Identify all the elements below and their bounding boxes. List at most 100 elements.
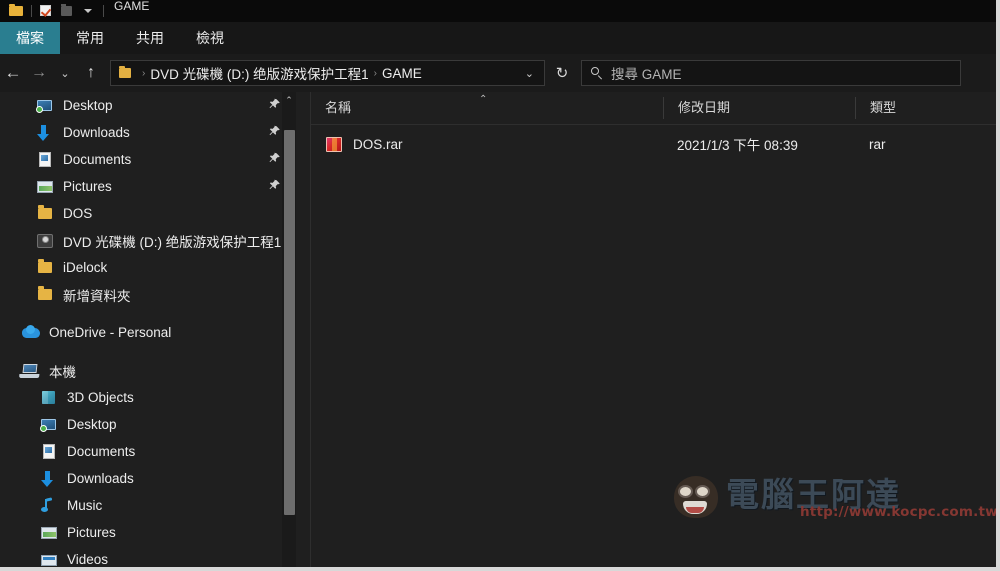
sidebar-item-label: Desktop bbox=[67, 417, 117, 432]
sidebar-item-pictures[interactable]: Pictures bbox=[0, 519, 296, 546]
scroll-up-icon[interactable]: ⌃ bbox=[282, 92, 296, 108]
back-button[interactable]: ← bbox=[0, 58, 26, 88]
file-name-label: DOS.rar bbox=[353, 136, 403, 152]
file-type-cell: rar bbox=[869, 136, 886, 152]
dvd-drive-icon bbox=[36, 232, 54, 250]
column-header-type[interactable]: 類型 bbox=[855, 97, 985, 119]
sidebar-item-label: Pictures bbox=[63, 179, 112, 194]
breadcrumb-separator-1: › bbox=[373, 67, 377, 79]
sidebar-item-label: OneDrive - Personal bbox=[49, 325, 172, 340]
up-button[interactable]: ↑ bbox=[78, 58, 104, 88]
music-icon bbox=[40, 497, 58, 515]
sidebar-item-label: DOS bbox=[63, 206, 93, 221]
onedrive-icon bbox=[22, 324, 40, 342]
address-bar[interactable]: › DVD 光碟機 (D:) 绝版游戏保护工程1 › GAME ⌄ bbox=[110, 60, 545, 86]
new-folder-icon[interactable] bbox=[59, 3, 75, 19]
sidebar-group-gap-2 bbox=[0, 346, 296, 357]
sidebar-item-label: iDelock bbox=[63, 260, 108, 275]
sidebar-item-3d-objects[interactable]: 3D Objects bbox=[0, 384, 296, 411]
pin-icon[interactable] bbox=[268, 98, 282, 112]
file-name-cell[interactable]: DOS.rar bbox=[311, 135, 663, 154]
sidebar-item-label: DVD 光碟機 (D:) 绝版游戏保护工程1 bbox=[63, 234, 282, 250]
window-bottom-edge bbox=[0, 567, 1000, 571]
sort-ascending-icon: ⌃ bbox=[479, 94, 488, 105]
rar-archive-icon bbox=[325, 135, 344, 154]
breadcrumb-drive[interactable]: DVD 光碟機 (D:) 绝版游戏保护工程1 bbox=[150, 63, 368, 83]
tab-home[interactable]: 常用 bbox=[60, 22, 120, 54]
ribbon-tabs: 檔案 常用 共用 檢視 bbox=[0, 22, 1000, 54]
column-label-name: 名稱 bbox=[325, 100, 352, 115]
sidebar-item-desktop[interactable]: Desktop bbox=[0, 411, 296, 438]
sidebar-item-label: Desktop bbox=[63, 98, 113, 113]
tab-share[interactable]: 共用 bbox=[120, 22, 180, 54]
folder-icon bbox=[36, 286, 54, 304]
sidebar-item-label: Documents bbox=[63, 152, 132, 167]
sidebar-item-onedrive[interactable]: OneDrive - Personal bbox=[0, 319, 296, 346]
tab-file[interactable]: 檔案 bbox=[0, 22, 60, 54]
sidebar-scrollbar[interactable]: ⌃ bbox=[282, 92, 296, 571]
properties-icon[interactable] bbox=[38, 3, 54, 19]
sidebar-item-dvd-drive[interactable]: DVD 光碟機 (D:) 绝版游戏保护工程1 bbox=[0, 227, 296, 254]
recent-locations-icon[interactable]: ⌄ bbox=[52, 58, 78, 88]
search-box[interactable]: 搜尋 GAME bbox=[581, 60, 961, 86]
sidebar-item-downloads-quick[interactable]: Downloads bbox=[0, 119, 296, 146]
folder-icon[interactable] bbox=[8, 3, 24, 19]
folder-icon bbox=[36, 259, 54, 277]
sidebar-item-label: Downloads bbox=[63, 125, 130, 140]
address-dropdown-icon[interactable]: ⌄ bbox=[521, 67, 538, 80]
title-bar: GAME bbox=[0, 0, 1000, 22]
download-icon bbox=[36, 124, 54, 142]
pictures-icon bbox=[36, 178, 54, 196]
sidebar-item-label: Pictures bbox=[67, 525, 116, 540]
pin-icon[interactable] bbox=[268, 152, 282, 166]
window-right-edge bbox=[996, 0, 1000, 571]
column-header-date[interactable]: 修改日期 bbox=[663, 97, 855, 119]
document-icon bbox=[36, 151, 54, 169]
breadcrumb-separator-0: › bbox=[142, 67, 146, 79]
pin-icon[interactable] bbox=[268, 179, 282, 193]
download-icon bbox=[40, 470, 58, 488]
navigation-pane: Desktop Downloads Documents Pictures DOS… bbox=[0, 92, 296, 571]
3d-objects-icon bbox=[40, 389, 58, 407]
sidebar-item-dos[interactable]: DOS bbox=[0, 200, 296, 227]
document-icon bbox=[40, 443, 58, 461]
desktop-icon bbox=[40, 416, 58, 434]
sidebar-item-label: 3D Objects bbox=[67, 390, 134, 405]
sidebar-item-label: 新增資料夾 bbox=[63, 288, 131, 304]
video-icon bbox=[40, 551, 58, 569]
forward-button[interactable]: → bbox=[26, 58, 52, 88]
sidebar-item-downloads[interactable]: Downloads bbox=[0, 465, 296, 492]
refresh-button[interactable]: ↻ bbox=[547, 58, 577, 88]
sidebar-item-new-folder[interactable]: 新增資料夾 bbox=[0, 281, 296, 308]
sidebar-item-this-pc[interactable]: 本機 bbox=[0, 357, 296, 384]
tab-view[interactable]: 檢視 bbox=[180, 22, 240, 54]
table-row[interactable]: DOS.rar 2021/1/3 下午 08:39 rar bbox=[311, 129, 996, 159]
scrollbar-thumb[interactable] bbox=[284, 130, 295, 515]
toolbar-divider-2 bbox=[103, 5, 104, 17]
column-headers: 名稱 ⌃ 修改日期 類型 bbox=[311, 92, 996, 125]
file-explorer-window: GAME 檔案 常用 共用 檢視 ← → ⌄ ↑ › DVD 光碟機 (D:) … bbox=[0, 0, 1000, 571]
column-header-name[interactable]: 名稱 ⌃ bbox=[311, 94, 663, 119]
breadcrumb-game[interactable]: GAME bbox=[382, 66, 422, 81]
sidebar-item-label: Downloads bbox=[67, 471, 134, 486]
this-pc-icon bbox=[22, 362, 40, 380]
sidebar-item-documents[interactable]: Documents bbox=[0, 438, 296, 465]
desktop-icon bbox=[36, 97, 54, 115]
sidebar-item-idelock[interactable]: iDelock bbox=[0, 254, 296, 281]
folder-icon bbox=[36, 205, 54, 223]
navigation-bar: ← → ⌄ ↑ › DVD 光碟機 (D:) 绝版游戏保护工程1 › GAME … bbox=[0, 54, 1000, 92]
customize-caret-icon[interactable] bbox=[80, 3, 96, 19]
sidebar-item-documents-quick[interactable]: Documents bbox=[0, 146, 296, 173]
pin-icon[interactable] bbox=[268, 125, 282, 139]
sidebar-item-desktop-quick[interactable]: Desktop bbox=[0, 92, 296, 119]
sidebar-item-label: Music bbox=[67, 498, 103, 513]
search-icon bbox=[590, 66, 604, 80]
sidebar-item-pictures-quick[interactable]: Pictures bbox=[0, 173, 296, 200]
sidebar-item-label: Videos bbox=[67, 552, 109, 567]
sidebar-item-label: 本機 bbox=[49, 364, 76, 380]
file-date-cell: 2021/1/3 下午 08:39 bbox=[677, 138, 798, 153]
address-folder-icon bbox=[117, 65, 133, 81]
sidebar-item-label: Documents bbox=[67, 444, 136, 459]
sidebar-item-music[interactable]: Music bbox=[0, 492, 296, 519]
